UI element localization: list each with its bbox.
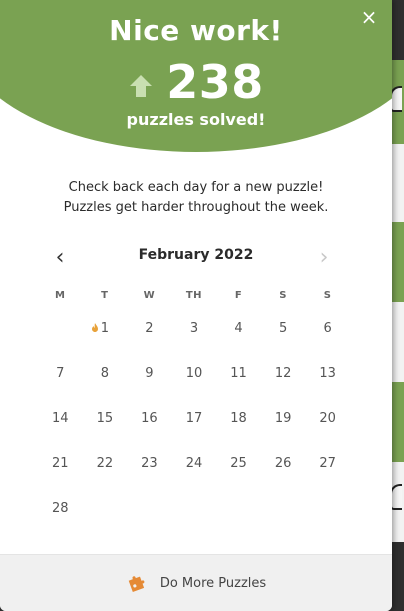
calendar-day[interactable]: 8	[83, 351, 128, 396]
next-month-button[interactable]: ›	[314, 247, 334, 269]
calendar-day-empty	[305, 486, 350, 531]
weekday-label: T	[101, 290, 109, 301]
calendar-day[interactable]: 22	[83, 441, 128, 486]
do-more-puzzles-label: Do More Puzzles	[159, 575, 267, 591]
calendar-week: 14 15 16 17 18 19 20	[38, 396, 350, 441]
calendar-day[interactable]: 18	[216, 396, 261, 441]
header-content: × Nice work! 238 puzzles solved!	[0, 0, 392, 150]
calendar-day-empty	[216, 486, 261, 531]
calendar-day[interactable]: 23	[127, 441, 172, 486]
chevron-right-icon: ›	[319, 245, 329, 270]
calendar-day-empty	[38, 306, 83, 351]
info-message-line2: Puzzles get harder throughout the week.	[63, 200, 329, 215]
calendar-day[interactable]: 17	[172, 396, 217, 441]
page-title: Nice work!	[109, 14, 283, 47]
background-board-green	[390, 222, 404, 302]
calendar-day[interactable]: 12	[261, 351, 306, 396]
calendar-week: 28	[38, 486, 350, 531]
calendar-day[interactable]: 4	[216, 306, 261, 351]
weekday-header-row: M T W TH F S S	[38, 286, 350, 306]
calendar-day[interactable]: 1	[83, 306, 128, 351]
do-more-puzzles-button[interactable]: Do More Puzzles	[0, 554, 392, 611]
calendar-day[interactable]: 9	[127, 351, 172, 396]
info-message-line1: Check back each day for a new puzzle!	[68, 180, 324, 195]
calendar-day[interactable]: 16	[127, 396, 172, 441]
calendar-day-empty	[127, 486, 172, 531]
calendar-day[interactable]: 14	[38, 396, 83, 441]
calendar-day[interactable]: 11	[216, 351, 261, 396]
background-board-green	[390, 382, 404, 462]
info-message: Check back each day for a new puzzle! Pu…	[0, 178, 392, 218]
calendar-day[interactable]: 28	[38, 486, 83, 531]
calendar-week: 1 2 3 4 5 6	[38, 306, 350, 351]
calendar-grid: M T W TH F S S 1 2 3 4 5 6 7 8 9 10 11 1…	[38, 286, 350, 531]
solved-subtitle: puzzles solved!	[126, 110, 266, 129]
calendar-week: 7 8 9 10 11 12 13	[38, 351, 350, 396]
arrow-up-icon	[130, 75, 153, 97]
calendar-day[interactable]: 7	[38, 351, 83, 396]
solved-count-row: 238	[0, 54, 392, 110]
calendar-day[interactable]: 25	[216, 441, 261, 486]
calendar-day-number: 1	[100, 321, 109, 336]
weekday-label: TH	[185, 290, 203, 301]
streak-flame-icon	[91, 323, 98, 332]
calendar-day[interactable]: 2	[127, 306, 172, 351]
background-board-light	[390, 144, 404, 222]
calendar-day[interactable]: 15	[83, 396, 128, 441]
calendar-day-empty	[172, 486, 217, 531]
calendar-day[interactable]: 19	[261, 396, 306, 441]
calendar-day[interactable]: 5	[261, 306, 306, 351]
weekday-label: F	[234, 290, 243, 301]
calendar-day-empty	[83, 486, 128, 531]
calendar-day-empty	[261, 486, 306, 531]
calendar-day[interactable]: 6	[305, 306, 350, 351]
background-board-light	[390, 302, 404, 382]
calendar-day[interactable]: 26	[261, 441, 306, 486]
puzzle-complete-modal: × Nice work! 238 puzzles solved! Check b…	[0, 0, 392, 611]
weekday-label: S	[323, 290, 332, 301]
calendar-day[interactable]: 27	[305, 441, 350, 486]
weekday-label: W	[143, 290, 156, 301]
calendar-day[interactable]: 20	[305, 396, 350, 441]
weekday-label: S	[279, 290, 287, 301]
calendar-day[interactable]: 24	[172, 441, 217, 486]
weekday-label: M	[55, 290, 66, 301]
calendar-day[interactable]: 10	[172, 351, 217, 396]
calendar-day[interactable]: 21	[38, 441, 83, 486]
calendar-day[interactable]: 13	[305, 351, 350, 396]
calendar-header: ‹ February 2022 ›	[0, 244, 392, 272]
solved-count: 238	[166, 55, 264, 109]
calendar-day[interactable]: 3	[172, 306, 217, 351]
calendar-week: 21 22 23 24 25 26 27	[38, 441, 350, 486]
puzzle-piece-icon	[128, 576, 145, 592]
